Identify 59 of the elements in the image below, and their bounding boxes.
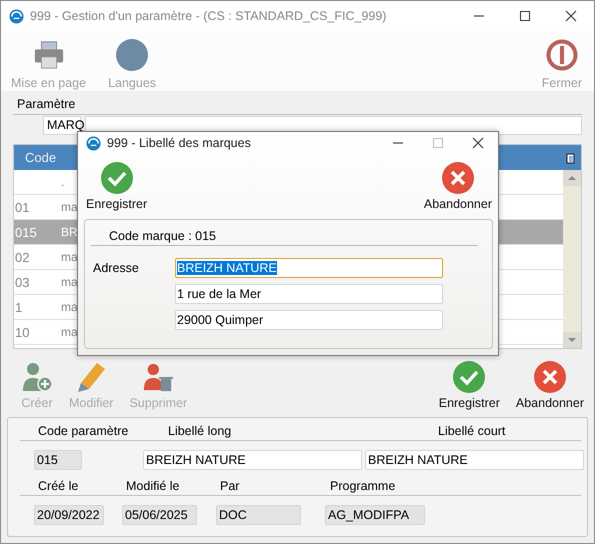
- dialog-title: 999 - Libellé des marques: [107, 136, 251, 150]
- printer-icon: [32, 39, 65, 71]
- table-cell: ma: [61, 325, 78, 339]
- scroll-up-icon[interactable]: [563, 170, 581, 186]
- maximize-icon: [432, 137, 444, 149]
- checkmark-icon: [100, 162, 133, 194]
- modified-date-field: 05/06/2025: [122, 505, 197, 525]
- field-label: Adresse: [92, 260, 140, 277]
- close-icon[interactable]: [565, 10, 577, 22]
- table-cell: ma: [61, 300, 78, 314]
- address-field[interactable]: 29000 Quimper: [175, 310, 443, 330]
- field-label: Modifié le: [126, 479, 180, 494]
- checkmark-icon: [453, 361, 486, 393]
- field-label: Libellé court: [438, 424, 506, 439]
- program-field: AG_MODIFPA: [325, 505, 425, 525]
- long-label-field[interactable]: BREIZH NATURE: [143, 450, 362, 470]
- circle-icon: [116, 39, 148, 71]
- table-cell: ma: [61, 275, 78, 289]
- window-title: 999 - Gestion d'un paramètre - (CS : STANDARD_CS_FIC_999): [30, 9, 386, 23]
- table-cell-text: 10: [14, 324, 30, 340]
- table-cell-text: 015: [14, 224, 38, 240]
- table-cell: BR: [61, 225, 78, 239]
- cancel-button[interactable]: Abandonner: [424, 162, 492, 219]
- field-label: Programme: [330, 479, 396, 494]
- address-field[interactable]: BREIZH NATURE: [175, 258, 443, 278]
- group-heading: Code marque : 015: [109, 229, 216, 243]
- address-field[interactable]: 1 rue de la Mer: [175, 284, 443, 304]
- table-cell-text: 1: [14, 300, 24, 314]
- app-logo-icon: [86, 136, 101, 150]
- pencil-icon: [75, 361, 108, 393]
- table-cell: ma: [61, 250, 78, 264]
- power-icon: [546, 39, 578, 71]
- export-icon[interactable]: [565, 152, 575, 164]
- save-button[interactable]: Enregistrer: [438, 361, 500, 411]
- table-cell-text: 03: [14, 274, 30, 290]
- field-label: Créé le: [38, 479, 80, 494]
- field-label: Par: [220, 479, 240, 494]
- table-cell: .: [61, 175, 64, 189]
- section-label: Paramètre: [17, 97, 76, 111]
- field-label: Code paramètre: [38, 424, 130, 439]
- close-icon[interactable]: [472, 137, 484, 149]
- cross-icon: [442, 162, 474, 194]
- cross-icon: [534, 361, 566, 393]
- add-user-icon: [21, 361, 53, 393]
- maximize-icon[interactable]: [519, 10, 531, 22]
- save-button[interactable]: Enregistrer: [86, 162, 148, 219]
- table-cell-text: 01: [14, 200, 30, 214]
- delete-user-icon: [142, 361, 174, 393]
- scroll-down-icon[interactable]: [563, 332, 581, 348]
- app-logo-icon: [9, 8, 24, 24]
- user-field: DOC: [216, 505, 301, 525]
- cancel-button[interactable]: Abandonner: [516, 361, 584, 411]
- field-label: Libellé long: [168, 424, 232, 439]
- created-date-field: 20/09/2022: [34, 505, 104, 525]
- code-field: 015: [34, 450, 82, 470]
- short-label-field[interactable]: BREIZH NATURE: [365, 450, 584, 470]
- table-cell: ma: [61, 200, 78, 214]
- table-cell-text: 02: [14, 250, 30, 264]
- scrollbar[interactable]: [563, 170, 581, 348]
